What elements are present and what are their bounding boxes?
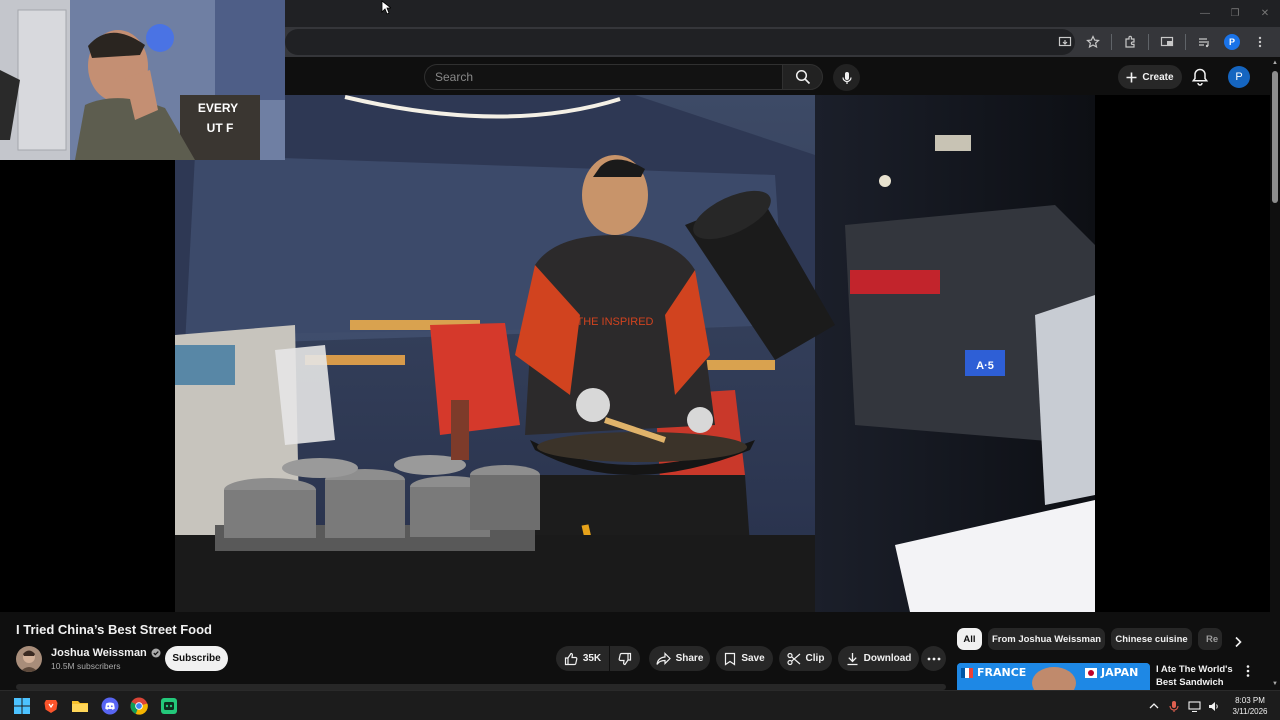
chrome-icon[interactable]	[129, 696, 149, 716]
share-label: Share	[675, 653, 704, 664]
microphone-tray-icon[interactable]	[1164, 696, 1184, 716]
bookmark-star-icon[interactable]	[1081, 31, 1105, 53]
search-icon	[795, 69, 810, 85]
split-view-icon[interactable]	[1155, 31, 1179, 53]
chevron-right-icon	[1235, 636, 1242, 648]
channel-name-text: Joshua Weissman	[51, 647, 147, 659]
chip-from-joshua-weissman[interactable]: From Joshua Weissman	[988, 628, 1105, 650]
toolbar-separator	[1148, 34, 1149, 50]
related-title-line-2: Best Sandwich	[1156, 677, 1224, 688]
tray-overflow-chevron-icon[interactable]	[1144, 696, 1164, 716]
chip-all[interactable]: All	[957, 628, 982, 650]
app-icon[interactable]	[159, 696, 179, 716]
save-label: Save	[741, 653, 765, 664]
thumbs-down-icon	[618, 652, 632, 665]
webcam-scene: EVERY UT F	[0, 0, 285, 160]
verified-badge-icon	[151, 648, 161, 658]
license-plate-text: A·5	[976, 360, 994, 372]
system-tray: 8:03 PM 3/11/2026	[1144, 691, 1280, 720]
voice-search-button[interactable]	[833, 64, 860, 91]
create-label: Create	[1142, 71, 1174, 83]
toolbar-separator	[1111, 34, 1112, 50]
dislike-button[interactable]	[610, 646, 640, 671]
video-player[interactable]: THE INSPIRED A·5	[0, 95, 1270, 612]
svg-text:UT F: UT F	[207, 121, 234, 135]
video-scene: THE INSPIRED A·5	[175, 95, 1095, 612]
chef-shirt-text: THE INSPIRED	[576, 316, 653, 328]
clip-button[interactable]: Clip	[779, 646, 832, 671]
clip-label: Clip	[805, 653, 825, 664]
discord-icon[interactable]	[100, 696, 120, 716]
download-icon	[847, 652, 858, 665]
window-controls: — ❐ ✕	[1190, 0, 1280, 27]
bookmark-icon	[725, 652, 736, 666]
share-arrow-icon	[655, 651, 671, 665]
save-button[interactable]: Save	[716, 646, 773, 671]
taskbar: 8:03 PM 3/11/2026	[0, 690, 1280, 720]
more-actions-button[interactable]	[921, 646, 946, 671]
network-icon[interactable]	[1184, 696, 1204, 716]
scissors-icon	[786, 652, 800, 665]
related-thumb-label-left: FRANCE	[977, 666, 1027, 679]
extensions-icon[interactable]	[1118, 31, 1142, 53]
chip-chinese-cuisine[interactable]: Chinese cuisine	[1111, 628, 1192, 650]
plus-icon	[1126, 72, 1137, 82]
related-thumb-label-right: JAPAN	[1101, 666, 1139, 679]
subscriber-count: 10.5M subscribers	[51, 661, 121, 671]
thumbs-up-icon	[564, 652, 578, 665]
toolbar-separator	[1185, 34, 1186, 50]
restore-icon[interactable]: ❐	[1220, 0, 1250, 27]
svg-text:EVERY: EVERY	[198, 101, 238, 115]
account-avatar[interactable]: P	[1228, 66, 1250, 88]
related-title-line-1: I Ate The World's	[1156, 664, 1233, 675]
video-frame[interactable]: THE INSPIRED A·5	[175, 95, 1095, 612]
chips-next-button[interactable]	[1228, 632, 1248, 652]
screen: — ❐ ✕ P Search Create P ▲ ▼ THE INSPIRED…	[0, 0, 1280, 720]
windows-start-icon[interactable]	[12, 696, 32, 716]
volume-icon[interactable]	[1204, 696, 1224, 716]
download-button[interactable]: Download	[838, 646, 919, 671]
webcam-overlay: EVERY UT F	[0, 0, 285, 160]
install-app-icon[interactable]	[1053, 31, 1077, 53]
scroll-thumb[interactable]	[1272, 71, 1278, 203]
minimize-icon[interactable]: —	[1190, 0, 1220, 27]
clock[interactable]: 8:03 PM 3/11/2026	[1224, 695, 1276, 717]
channel-name[interactable]: Joshua Weissman	[51, 647, 161, 659]
file-explorer-icon[interactable]	[70, 696, 90, 716]
like-button[interactable]: 35K	[556, 646, 609, 671]
kebab-menu-icon[interactable]	[1248, 31, 1272, 53]
brave-browser-icon[interactable]	[41, 696, 61, 716]
profile-initial: P	[1224, 34, 1240, 50]
clock-time: 8:03 PM	[1235, 696, 1265, 705]
address-bar[interactable]	[285, 29, 1075, 55]
scroll-down-arrow-icon[interactable]: ▼	[1271, 680, 1279, 688]
create-button[interactable]: Create	[1118, 65, 1182, 89]
search-input[interactable]: Search	[424, 64, 782, 90]
notifications-bell-icon[interactable]	[1190, 67, 1210, 87]
clock-date: 3/11/2026	[1232, 707, 1268, 716]
more-horizontal-icon	[927, 657, 940, 660]
profile-icon[interactable]: P	[1220, 31, 1244, 53]
search-button[interactable]	[782, 64, 823, 90]
microphone-icon	[841, 71, 852, 84]
related-more-icon[interactable]	[1242, 664, 1254, 678]
page-scrollbar[interactable]: ▲ ▼	[1270, 57, 1280, 690]
scroll-up-arrow-icon[interactable]: ▲	[1271, 59, 1279, 67]
related-video-thumbnail[interactable]: FRANCE JAPAN	[957, 663, 1150, 690]
related-video-title[interactable]: I Ate The World's Best Sandwich	[1156, 663, 1236, 689]
close-icon[interactable]: ✕	[1250, 0, 1280, 27]
subscribe-button[interactable]: Subscribe	[165, 646, 228, 671]
like-count: 35K	[582, 653, 602, 664]
media-controls-icon[interactable]	[1192, 31, 1216, 53]
share-button[interactable]: Share	[649, 646, 710, 671]
download-label: Download	[863, 653, 912, 664]
toolbar-icons: P	[1053, 31, 1272, 53]
chip-truncated[interactable]: Re	[1198, 628, 1222, 650]
video-title: I Tried China’s Best Street Food	[16, 622, 212, 637]
mouse-cursor-icon	[381, 0, 391, 15]
channel-avatar[interactable]	[16, 646, 42, 672]
